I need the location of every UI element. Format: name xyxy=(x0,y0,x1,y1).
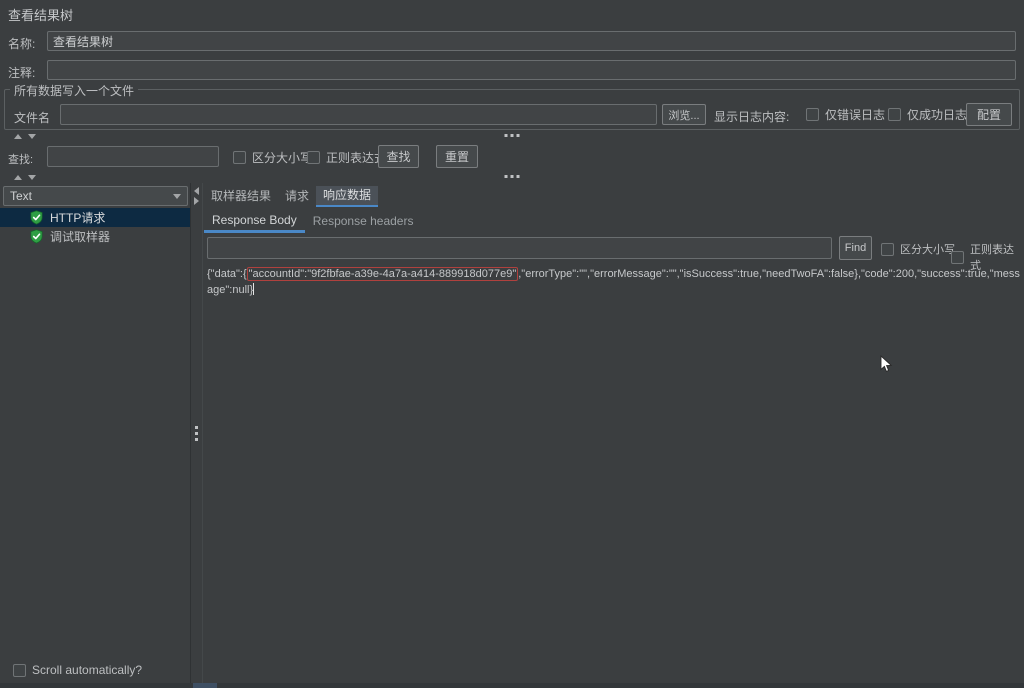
checkbox-box xyxy=(13,664,26,677)
splitter-collapse-left-icon[interactable] xyxy=(194,187,199,195)
checkbox-box xyxy=(881,243,894,256)
text-caret xyxy=(253,283,254,295)
search-input[interactable] xyxy=(47,146,219,167)
success-shield-icon xyxy=(29,210,44,225)
regex-checkbox-label: 正则表达式 xyxy=(326,149,386,166)
scroll-automatically-label: Scroll automatically? xyxy=(32,663,142,677)
horizontal-splitter-main[interactable] xyxy=(0,172,1024,182)
checkbox-box xyxy=(806,108,819,121)
mouse-cursor-icon xyxy=(877,355,895,373)
browse-button[interactable]: 浏览... xyxy=(662,104,706,125)
configure-button[interactable]: 配置 xyxy=(966,103,1012,126)
name-input[interactable]: 查看结果树 xyxy=(47,31,1016,51)
horizontal-splitter-top[interactable] xyxy=(0,131,1024,141)
response-subtabs: Response Body Response headers xyxy=(204,210,421,233)
write-results-group-title: 所有数据写入一个文件 xyxy=(10,82,138,99)
filename-label: 文件名 xyxy=(14,109,50,126)
splitter-collapse-down-icon[interactable] xyxy=(28,175,36,180)
splitter-grip-icon xyxy=(505,175,520,178)
tree-item-label: 调试取样器 xyxy=(50,228,110,245)
checkbox-box xyxy=(233,151,246,164)
page-title: 查看结果树 xyxy=(8,5,73,24)
tab-response-data[interactable]: 响应数据 xyxy=(316,186,378,207)
subtab-response-headers[interactable]: Response headers xyxy=(305,210,422,233)
successes-only-checkbox-label: 仅成功日志 xyxy=(907,106,967,123)
find-case-sensitive-label: 区分大小写 xyxy=(900,241,955,257)
reset-button[interactable]: 重置 xyxy=(436,145,478,168)
regex-checkbox[interactable]: 正则表达式 xyxy=(307,149,386,166)
result-tabs: 取样器结果 请求 响应数据 xyxy=(204,186,378,207)
case-sensitive-checkbox-label: 区分大小写 xyxy=(252,149,312,166)
view-results-tree-window: 查看结果树 名称: 查看结果树 注释: 所有数据写入一个文件 文件名 浏览...… xyxy=(0,0,1024,688)
view-mode-dropdown[interactable]: Text xyxy=(3,186,188,206)
search-button[interactable]: 查找 xyxy=(378,145,419,168)
splitter-grip-icon xyxy=(505,134,520,137)
scroll-automatically-checkbox[interactable]: Scroll automatically? xyxy=(13,663,142,677)
checkbox-box xyxy=(951,251,964,264)
tree-item-http-request[interactable]: HTTP请求 xyxy=(0,208,190,227)
splitter-collapse-up-icon[interactable] xyxy=(14,175,22,180)
response-json-part1: {"data":{ xyxy=(207,268,247,280)
splitter-grip-icon xyxy=(195,426,198,441)
find-input[interactable] xyxy=(207,237,832,259)
right-panel-border xyxy=(202,183,203,683)
tab-request[interactable]: 请求 xyxy=(278,186,316,207)
name-input-value: 查看结果树 xyxy=(53,35,113,49)
scrollbar-thumb[interactable] xyxy=(193,683,217,688)
log-display-label: 显示日志内容: xyxy=(714,108,789,125)
response-json-line2: null} xyxy=(232,284,253,296)
name-label: 名称: xyxy=(8,35,35,52)
search-label: 查找: xyxy=(8,151,33,167)
subtab-response-body[interactable]: Response Body xyxy=(204,210,305,233)
comments-label: 注释: xyxy=(8,64,35,81)
tree-item-debug-sampler[interactable]: 调试取样器 xyxy=(0,227,190,246)
response-body-text[interactable]: {"data":{"accountId":"9f2fbfae-a39e-4a7a… xyxy=(207,266,1021,298)
splitter-collapse-up-icon[interactable] xyxy=(14,134,22,139)
tab-sampler-result[interactable]: 取样器结果 xyxy=(204,186,278,207)
horizontal-scrollbar[interactable] xyxy=(0,683,1024,688)
find-button[interactable]: Find xyxy=(839,236,872,260)
checkbox-box xyxy=(888,108,901,121)
find-case-sensitive-checkbox[interactable]: 区分大小写 xyxy=(881,241,955,257)
chevron-down-icon xyxy=(173,194,181,199)
filename-input[interactable] xyxy=(60,104,657,125)
vertical-splitter[interactable] xyxy=(191,183,202,683)
errors-only-checkbox-label: 仅错误日志 xyxy=(825,106,885,123)
splitter-collapse-down-icon[interactable] xyxy=(28,134,36,139)
splitter-collapse-right-icon[interactable] xyxy=(194,197,199,205)
response-search-highlight: "accountId":"9f2fbfae-a39e-4a7a-a414-889… xyxy=(247,267,519,281)
comments-input[interactable] xyxy=(47,60,1016,80)
case-sensitive-checkbox[interactable]: 区分大小写 xyxy=(233,149,312,166)
tree-item-label: HTTP请求 xyxy=(50,209,105,226)
successes-only-checkbox[interactable]: 仅成功日志 xyxy=(888,106,967,123)
checkbox-box xyxy=(307,151,320,164)
success-shield-icon xyxy=(29,229,44,244)
view-mode-dropdown-value: Text xyxy=(10,189,173,203)
errors-only-checkbox[interactable]: 仅错误日志 xyxy=(806,106,885,123)
